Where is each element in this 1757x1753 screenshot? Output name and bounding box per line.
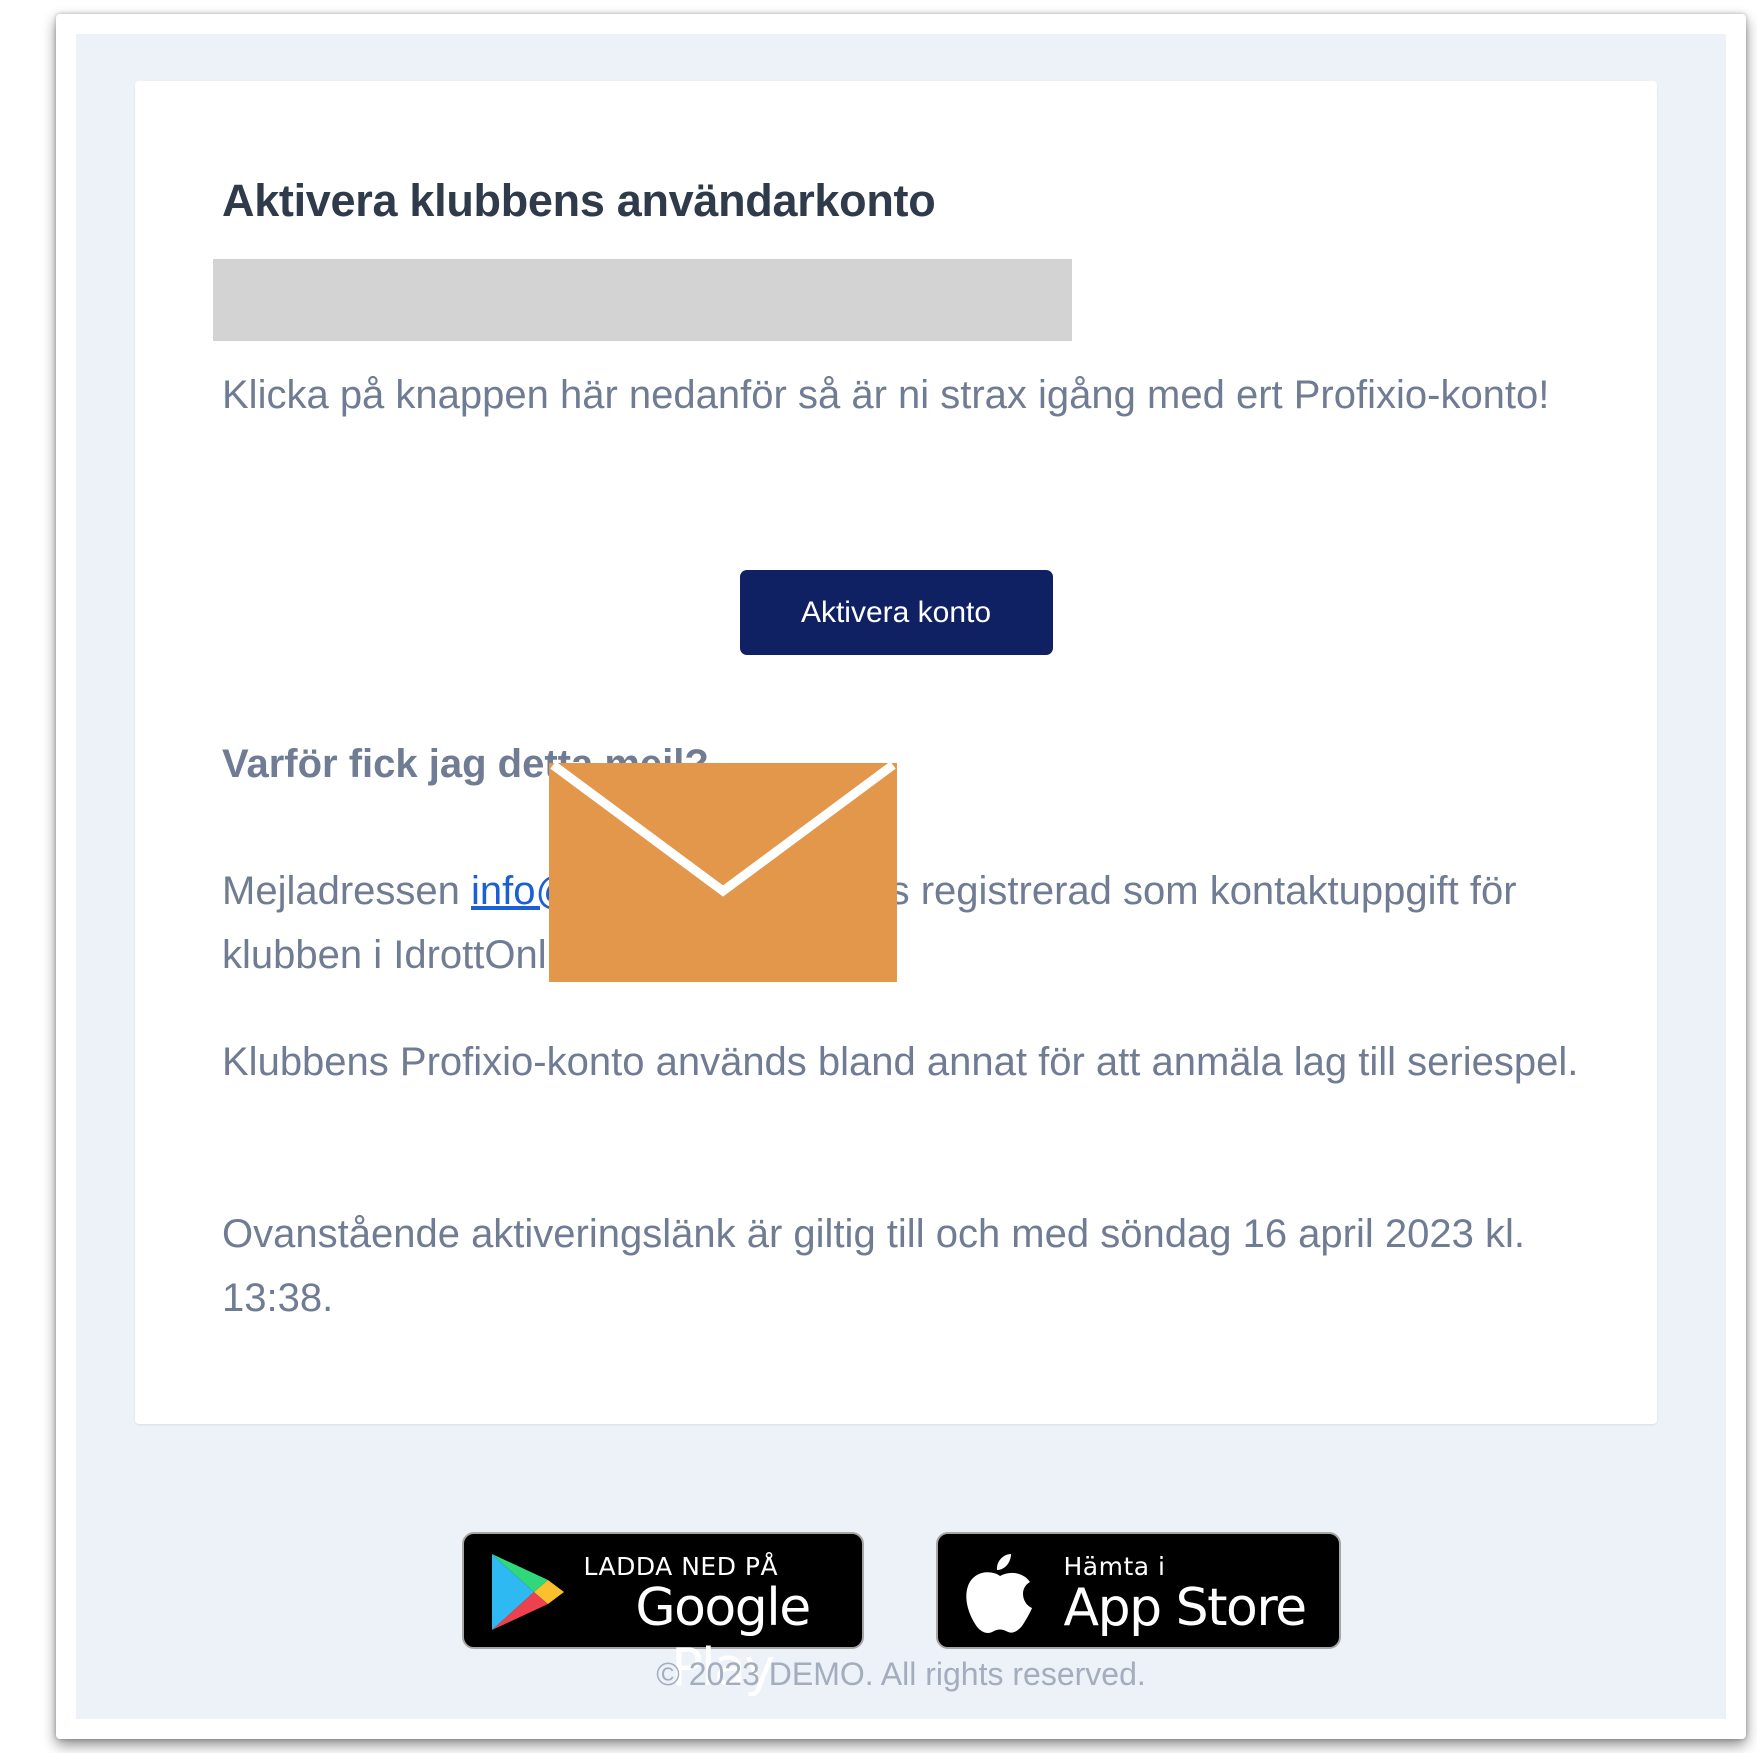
envelope-icon: [549, 763, 897, 982]
email-title: Aktivera klubbens användarkonto: [222, 175, 936, 226]
apple-icon: [965, 1554, 1032, 1633]
email-background: Aktivera klubbens användarkonto Klicka p…: [76, 34, 1726, 1719]
why-text-before: Mejladressen: [222, 869, 472, 913]
button-row: Aktivera konto: [135, 570, 1657, 655]
email-window: Aktivera klubbens användarkonto Klicka p…: [56, 14, 1746, 1739]
google-play-badge[interactable]: LADDA NED PÅ Google Play: [461, 1532, 864, 1698]
app-store-big-text: App Store: [1063, 1578, 1308, 1638]
redacted-block: [213, 259, 1072, 341]
email-card: Aktivera klubbens användarkonto Klicka p…: [135, 81, 1657, 1424]
app-store-badge[interactable]: Hämta i App Store: [935, 1532, 1341, 1649]
validity-text: Ovanstående aktiveringslänk är giltig ti…: [222, 1212, 1525, 1320]
app-store-small-text: Hämta i: [1063, 1552, 1166, 1581]
google-play-icon: [491, 1554, 564, 1630]
usage-text: Klubbens Profixio-konto används bland an…: [222, 1040, 1579, 1084]
intro-text: Klicka på knappen här nedanför så är ni …: [222, 373, 1550, 417]
google-play-small-text: LADDA NED PÅ: [583, 1552, 779, 1581]
activate-account-button[interactable]: Aktivera konto: [739, 570, 1053, 655]
app-store-badges: LADDA NED PÅ Google Play Hämta i App Sto…: [76, 1532, 1726, 1698]
copyright-text: © 2023 DEMO. All rights reserved.: [656, 1656, 1146, 1692]
why-text: Mejladressen info@example.com finns regi…: [222, 859, 1602, 987]
